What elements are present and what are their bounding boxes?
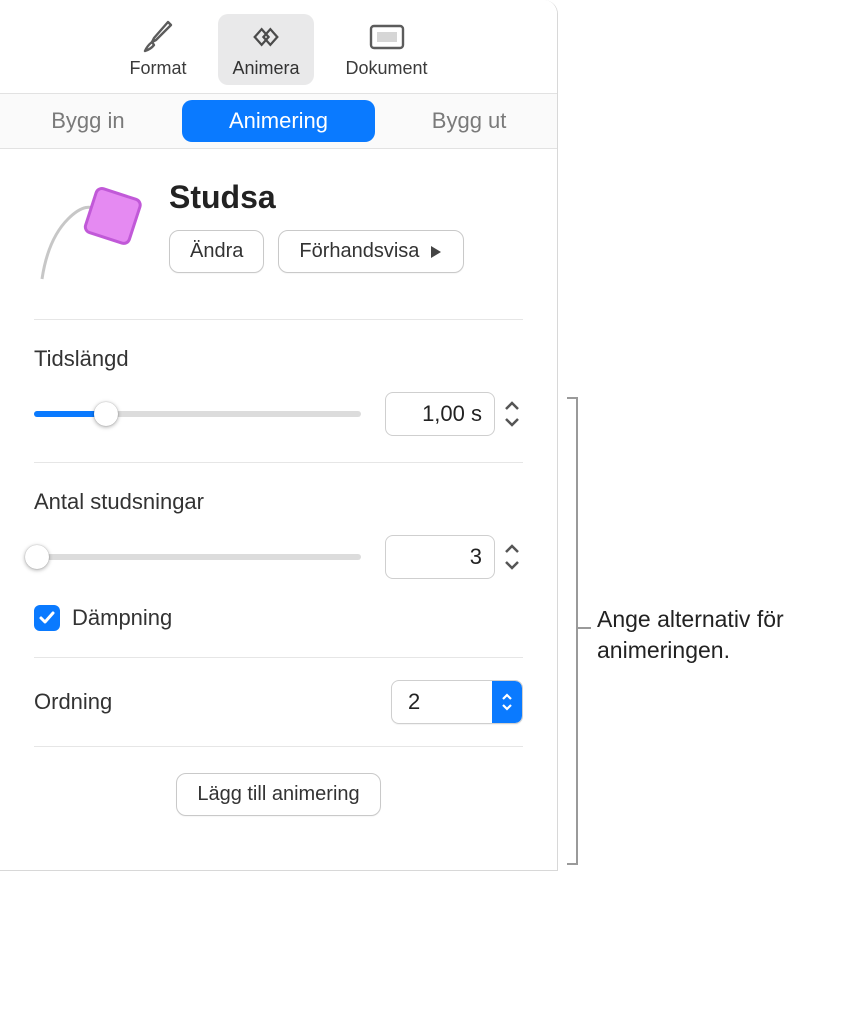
toolbar-animate[interactable]: Animera xyxy=(218,14,313,85)
toolbar-format[interactable]: Format xyxy=(115,14,200,85)
tabs: Bygg in Animering Bygg ut xyxy=(0,93,557,149)
add-animation-label: Lägg till animering xyxy=(197,783,359,806)
bounces-section: Antal studsningar 3 xyxy=(34,463,523,658)
play-icon xyxy=(429,245,443,259)
stepper-up-icon[interactable] xyxy=(501,541,523,557)
change-button[interactable]: Ändra xyxy=(169,230,264,273)
bounce-preview-icon xyxy=(34,179,149,289)
paintbrush-icon xyxy=(138,20,178,54)
damping-checkbox[interactable] xyxy=(34,605,60,631)
bounces-label: Antal studsningar xyxy=(34,489,523,515)
duration-stepper[interactable] xyxy=(501,398,523,430)
toolbar-animate-label: Animera xyxy=(232,58,299,79)
bounces-field[interactable]: 3 xyxy=(385,535,495,579)
toolbar-document[interactable]: Dokument xyxy=(332,14,442,85)
duration-section: Tidslängd 1,00 s xyxy=(34,320,523,463)
duration-slider[interactable] xyxy=(34,402,361,426)
change-button-label: Ändra xyxy=(190,240,243,263)
stepper-down-icon[interactable] xyxy=(501,557,523,573)
stepper-down-icon[interactable] xyxy=(501,414,523,430)
order-select[interactable]: 2 xyxy=(391,680,523,724)
content: Studsa Ändra Förhandsvisa Tidslängd xyxy=(0,149,557,870)
preview-button[interactable]: Förhandsvisa xyxy=(278,230,464,273)
bounces-slider[interactable] xyxy=(34,545,361,569)
toolbar: Format Animera Dokument xyxy=(0,0,557,93)
tab-build-out[interactable]: Bygg ut xyxy=(381,94,557,148)
toolbar-format-label: Format xyxy=(129,58,186,79)
tab-build-in[interactable]: Bygg in xyxy=(0,94,176,148)
order-value: 2 xyxy=(392,681,492,723)
damping-label: Dämpning xyxy=(72,605,172,631)
preview-button-label: Förhandsvisa xyxy=(299,240,419,263)
callout-text: Ange alternativ för animeringen. xyxy=(597,604,853,666)
stepper-up-icon[interactable] xyxy=(501,398,523,414)
animation-header: Studsa Ändra Förhandsvisa xyxy=(34,179,523,320)
animation-title: Studsa xyxy=(169,179,523,216)
animate-icon xyxy=(246,20,286,54)
inspector-panel: Format Animera Dokument Bygg in Animerin… xyxy=(0,0,558,871)
bracket-icon xyxy=(565,396,593,866)
order-label: Ordning xyxy=(34,689,112,715)
bounces-stepper[interactable] xyxy=(501,541,523,573)
order-section: Ordning 2 xyxy=(34,658,523,747)
select-chevrons-icon xyxy=(492,681,522,723)
toolbar-document-label: Dokument xyxy=(346,58,428,79)
duration-field[interactable]: 1,00 s xyxy=(385,392,495,436)
duration-label: Tidslängd xyxy=(34,346,523,372)
check-icon xyxy=(38,609,56,627)
tab-action[interactable]: Animering xyxy=(182,100,375,142)
document-icon xyxy=(367,20,407,54)
add-animation-button[interactable]: Lägg till animering xyxy=(176,773,380,816)
